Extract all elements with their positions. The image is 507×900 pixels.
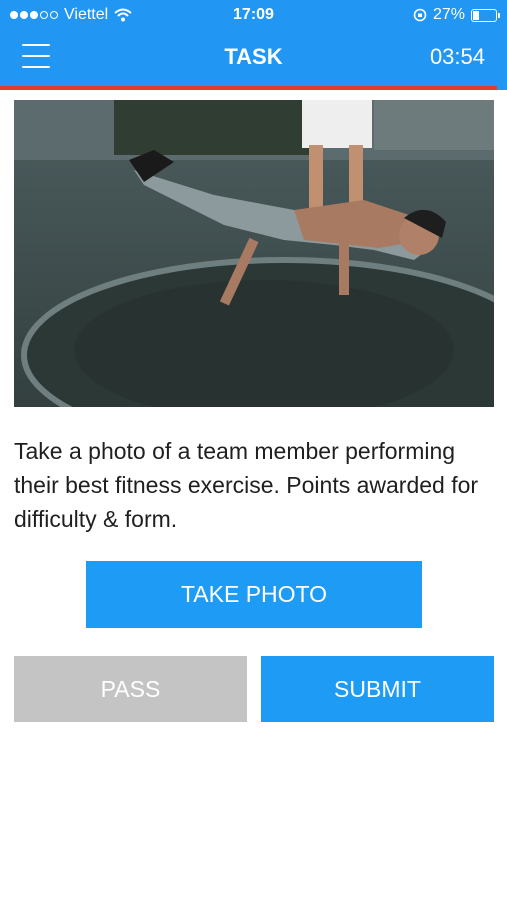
time-progress-fill [0,86,497,90]
submit-button[interactable]: SUBMIT [261,656,494,722]
take-photo-button[interactable]: TAKE PHOTO [86,561,422,628]
status-right: 27% [413,6,500,24]
pass-button[interactable]: PASS [14,656,247,722]
rotation-lock-icon [413,8,427,22]
status-bar: Viettel 17:09 27% [0,0,507,30]
time-progress-bar [0,86,507,90]
nav-bar: TASK 03:54 [0,30,507,86]
app-header: Viettel 17:09 27% TASK 03:54 [0,0,507,90]
battery-level [473,10,479,20]
countdown-timer: 03:54 [429,44,485,69]
battery-percent: 27% [432,6,465,23]
task-description: Take a photo of a team member performing… [14,438,479,532]
battery-icon [471,8,500,22]
task-photo [14,100,494,407]
